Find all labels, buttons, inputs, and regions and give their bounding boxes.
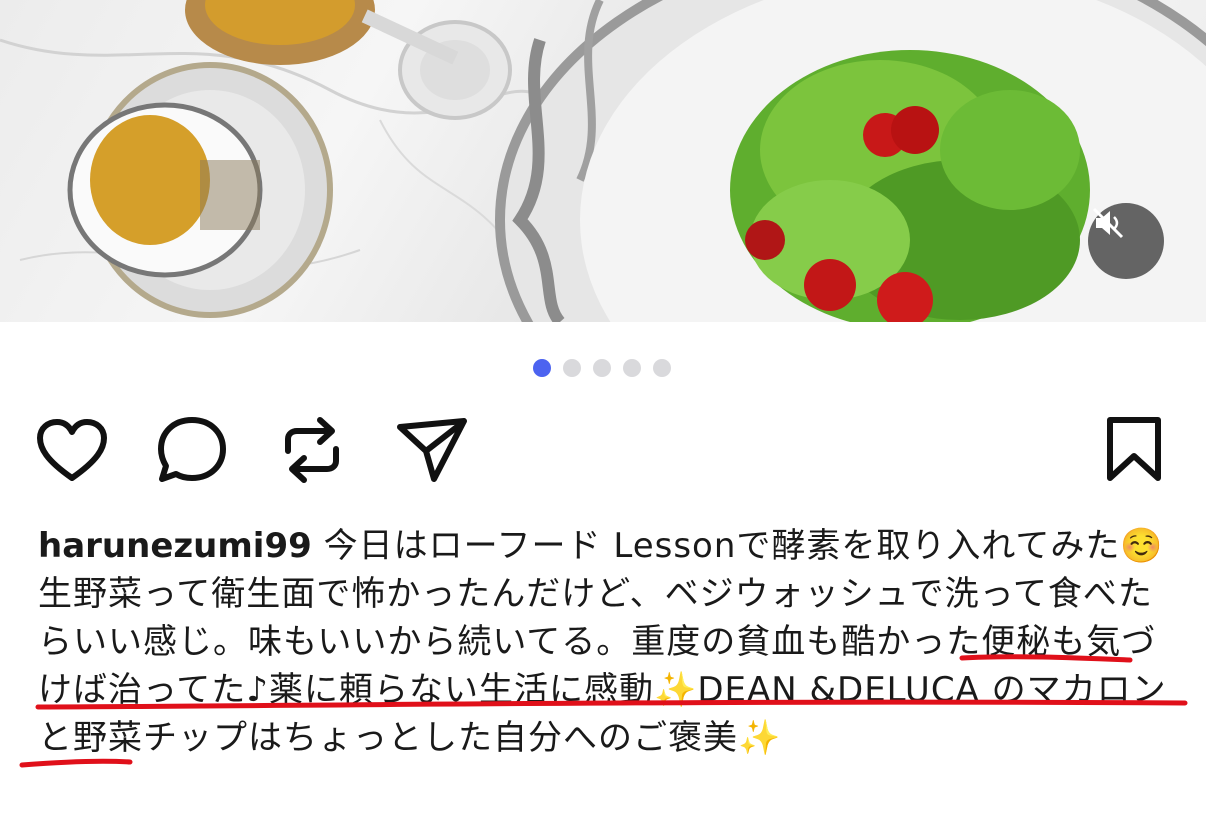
comment-bubble-icon xyxy=(158,417,226,482)
repost-icon xyxy=(285,417,339,483)
post-action-bar xyxy=(0,410,1206,490)
heart-icon xyxy=(37,419,107,481)
carousel-dot xyxy=(653,359,671,377)
post-photo[interactable] xyxy=(0,0,1206,322)
carousel-dot xyxy=(623,359,641,377)
carousel-dot xyxy=(533,359,551,377)
comment-button[interactable] xyxy=(152,410,232,490)
send-button[interactable] xyxy=(392,410,472,490)
post-caption: harunezumi99 今日はローフード Lessonで酵素を取り入れてみた☺… xyxy=(38,522,1168,762)
food-photo-illustration xyxy=(0,0,1206,322)
speaker-muted-icon xyxy=(1092,207,1124,239)
save-button[interactable] xyxy=(1094,410,1174,490)
repost-button[interactable] xyxy=(272,410,352,490)
smiling-face-emoji: ☺️ xyxy=(1120,526,1164,566)
caption-text-1: 今日はローフード Lessonで酵素を取り入れてみた xyxy=(323,526,1121,566)
like-button[interactable] xyxy=(32,410,112,490)
paper-plane-icon xyxy=(397,418,467,482)
sparkles-emoji: ✨ xyxy=(654,670,698,710)
carousel-indicator xyxy=(533,359,671,377)
sparkles-emoji: ✨ xyxy=(738,718,782,758)
mute-toggle-button[interactable] xyxy=(1088,203,1164,279)
carousel-dot xyxy=(593,359,611,377)
username-link[interactable]: harunezumi99 xyxy=(38,526,312,566)
carousel-dot xyxy=(563,359,581,377)
bookmark-icon xyxy=(1107,417,1161,481)
